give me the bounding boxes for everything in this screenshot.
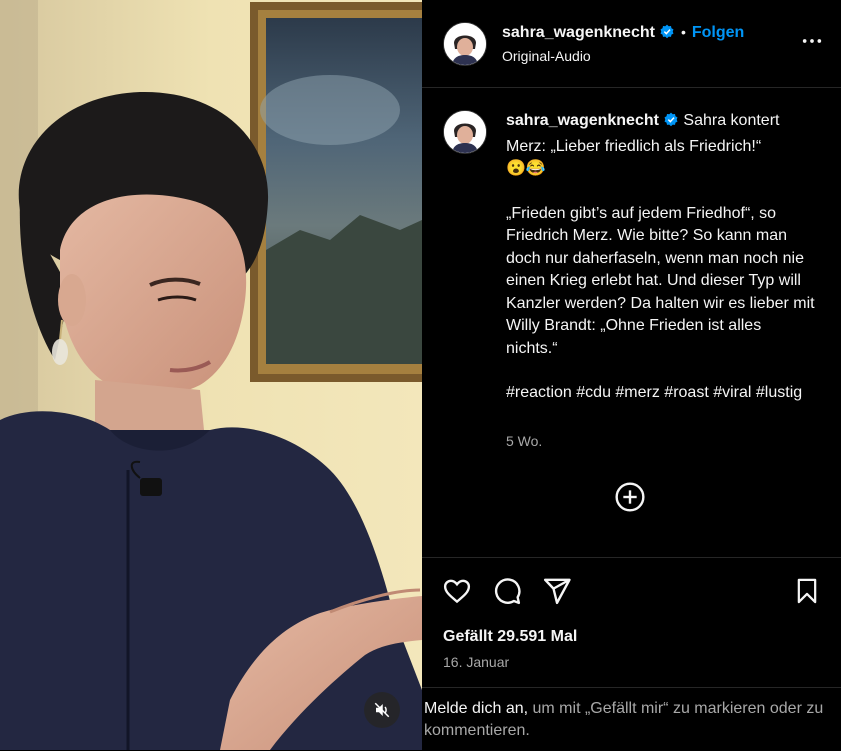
- header-separator: •: [680, 24, 686, 40]
- plus-circle-icon: [615, 482, 645, 512]
- login-link[interactable]: Melde dich an,: [424, 700, 528, 717]
- comment-bubble-icon: [494, 578, 521, 605]
- more-options-button[interactable]: [801, 30, 823, 57]
- caption-username[interactable]: sahra_wagenknecht: [506, 112, 659, 129]
- header-username[interactable]: sahra_wagenknecht: [502, 24, 655, 41]
- post-panel: sahra_wagenknecht • Folgen Original-Audio …: [422, 0, 841, 750]
- comment-button[interactable]: [492, 576, 522, 611]
- caption-avatar[interactable]: [443, 110, 487, 154]
- audio-label[interactable]: Original-Audio: [502, 48, 591, 64]
- like-button[interactable]: [442, 576, 472, 611]
- video-frame-image: [0, 0, 422, 750]
- post-date[interactable]: 16. Januar: [443, 654, 509, 670]
- caption-hashtags[interactable]: #reaction #cdu #merz #roast #viral #lust…: [506, 382, 816, 405]
- load-more-comments-button[interactable]: [614, 481, 646, 518]
- speaker-muted-icon: [374, 702, 390, 718]
- post-age[interactable]: 5 Wo.: [506, 433, 542, 449]
- avatar-image: [444, 111, 486, 153]
- post-caption: sahra_wagenknecht Sahra kontert Merz: „L…: [506, 110, 816, 405]
- verified-badge-icon: [663, 112, 679, 136]
- save-button[interactable]: [793, 576, 821, 611]
- login-prompt: Melde dich an, um mit „Gefällt mir“ zu m…: [422, 687, 841, 751]
- post-header: sahra_wagenknecht • Folgen Original-Audio: [422, 0, 841, 88]
- send-icon: [543, 578, 571, 605]
- avatar-image: [444, 23, 486, 65]
- mute-button[interactable]: [364, 692, 400, 728]
- avatar[interactable]: [443, 22, 487, 66]
- post-video[interactable]: [0, 0, 422, 750]
- verified-badge-icon: [659, 24, 675, 45]
- follow-button[interactable]: Folgen: [692, 24, 744, 41]
- likes-count[interactable]: Gefällt 29.591 Mal: [443, 628, 577, 646]
- more-options-icon: [802, 39, 822, 43]
- share-button[interactable]: [542, 576, 572, 611]
- bookmark-icon: [797, 578, 817, 604]
- caption-body: „Frieden gibt’s auf jedem Friedhof“, so …: [506, 204, 815, 357]
- heart-icon: [443, 579, 471, 604]
- action-bar: Gefällt 29.591 Mal 16. Januar: [422, 557, 841, 688]
- caption-emojis: 😮😂: [506, 160, 546, 177]
